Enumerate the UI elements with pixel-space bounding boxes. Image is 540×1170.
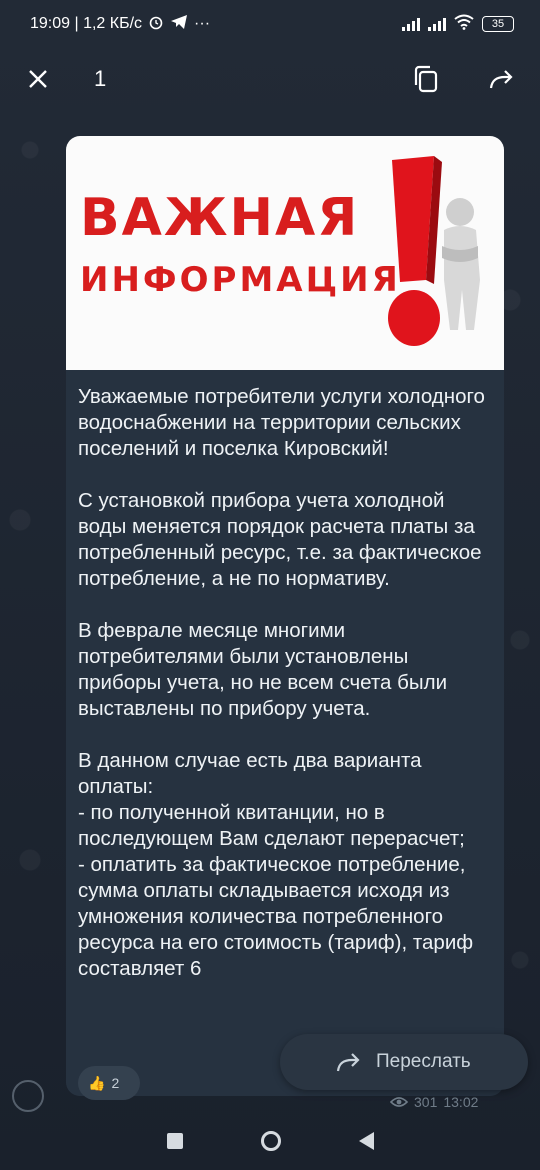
wifi-icon — [454, 14, 474, 35]
back-button[interactable] — [358, 1132, 374, 1150]
reaction-chip[interactable]: 👍 2 — [78, 1066, 140, 1100]
telegram-icon — [170, 14, 188, 35]
views-eye-icon — [390, 1097, 408, 1107]
alarm-icon — [148, 14, 164, 35]
select-message-checkbox[interactable] — [12, 1080, 44, 1112]
message-paragraph: Уважаемые потребители услуги холодного в… — [78, 385, 485, 460]
close-icon — [29, 70, 47, 88]
forward-label: Переслать — [376, 1051, 471, 1072]
thumbs-up-icon: 👍 — [88, 1074, 106, 1091]
forward-button[interactable]: Переслать — [280, 1034, 528, 1090]
post-image[interactable]: ВАЖНАЯ ИНФОРМАЦИЯ — [66, 136, 504, 370]
copy-button[interactable] — [408, 61, 444, 97]
forward-arrow-icon — [336, 1053, 360, 1072]
signal-icon-2 — [428, 17, 446, 31]
more-notifications: ··· — [194, 15, 211, 32]
message-bubble[interactable]: ВАЖНАЯ ИНФОРМАЦИЯ Уважаемые потребители … — [66, 136, 504, 1096]
message-paragraph: В данном случае есть два варианта оплаты… — [78, 749, 474, 980]
close-button[interactable] — [20, 61, 56, 97]
message-paragraph: С установкой прибора учета холодной воды… — [78, 489, 482, 590]
selection-counter: 1 — [94, 66, 107, 91]
message-time: 13:02 — [443, 1094, 479, 1110]
status-bar: 19:09 | 1,2 КБ/с ··· 35 — [0, 0, 540, 48]
status-time: 19:09 | 1,2 КБ/с — [30, 15, 143, 32]
copy-icon — [414, 65, 438, 93]
battery-icon: 35 — [482, 16, 514, 32]
signal-icon-1 — [402, 17, 420, 31]
system-nav-bar — [0, 1112, 540, 1170]
message-text: Уважаемые потребители услуги холодного в… — [66, 370, 504, 982]
home-button[interactable] — [260, 1131, 281, 1151]
share-button[interactable] — [484, 61, 520, 97]
message-meta: 301 13:02 — [390, 1094, 478, 1110]
recents-button[interactable] — [166, 1133, 183, 1149]
views-count: 301 — [414, 1094, 438, 1110]
poster-title-line1: ВАЖНАЯ — [80, 188, 360, 248]
forward-arrow-icon — [489, 70, 513, 89]
exclamation-figure-icon — [388, 156, 480, 346]
poster-title-line2: ИНФОРМАЦИЯ — [80, 260, 401, 300]
reaction-count: 2 — [111, 1075, 120, 1091]
viewer-toolbar: 1 — [0, 48, 540, 110]
message-paragraph: В феврале месяце многими потребителями б… — [78, 619, 448, 720]
